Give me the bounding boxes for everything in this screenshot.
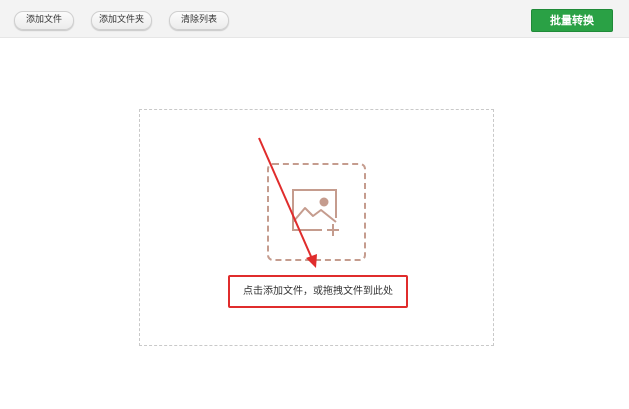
toolbar: 添加文件 添加文件夹 清除列表 批量转换 <box>0 0 629 38</box>
clear-list-button[interactable]: 清除列表 <box>169 11 229 30</box>
batch-convert-button[interactable]: 批量转换 <box>531 9 613 32</box>
drop-hint-text: 点击添加文件，或拖拽文件到此处 <box>243 286 393 297</box>
add-folder-button[interactable]: 添加文件夹 <box>91 11 152 30</box>
hint-highlight-box: 点击添加文件，或拖拽文件到此处 <box>228 275 408 308</box>
image-add-icon <box>292 189 339 236</box>
add-file-button[interactable]: 添加文件 <box>14 11 74 30</box>
